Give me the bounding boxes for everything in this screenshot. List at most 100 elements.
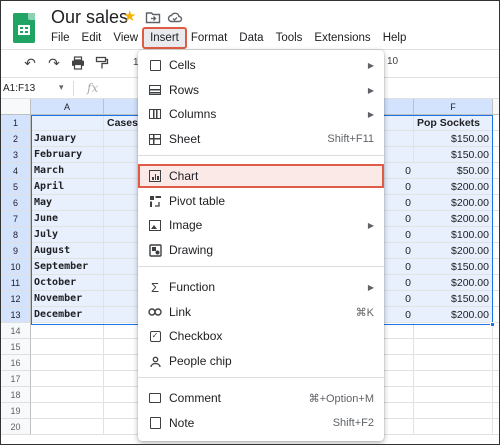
cell-g[interactable] — [493, 195, 499, 211]
row-header[interactable]: 19 — [1, 403, 31, 419]
cell-g[interactable] — [493, 371, 499, 387]
row-header[interactable]: 7 — [1, 211, 31, 227]
insert-menu-item-note[interactable]: Note Shift+F2 — [138, 411, 384, 435]
cell-g[interactable] — [493, 179, 499, 195]
insert-menu-item-checkbox[interactable]: ✓ Checkbox — [138, 324, 384, 348]
insert-menu-item-cells[interactable]: Cells ▶ — [138, 53, 384, 77]
column-header-a[interactable]: A — [31, 99, 104, 115]
insert-menu-item-image[interactable]: Image ▶ — [138, 213, 384, 237]
cell-f[interactable]: $200.00 — [414, 195, 493, 211]
insert-menu-item-chart[interactable]: Chart — [138, 164, 384, 188]
cell-f[interactable]: $150.00 — [414, 291, 493, 307]
insert-menu-item-link[interactable]: Link ⌘K — [138, 300, 384, 324]
name-box[interactable]: A1:F13 — [3, 83, 35, 94]
cell-a[interactable]: June — [31, 211, 104, 227]
cell-f[interactable] — [414, 371, 493, 387]
cell-g[interactable] — [493, 275, 499, 291]
cell-f[interactable]: $50.00 — [414, 163, 493, 179]
cell-f[interactable]: $150.00 — [414, 147, 493, 163]
row-header[interactable]: 11 — [1, 275, 31, 291]
cell-g[interactable] — [493, 259, 499, 275]
cell-g[interactable] — [493, 419, 499, 435]
cell-g[interactable] — [493, 339, 499, 355]
redo-icon[interactable]: ↷ — [47, 56, 61, 70]
name-box-dropdown-icon[interactable]: ▾ — [59, 82, 64, 93]
cell-a[interactable]: December — [31, 307, 104, 323]
insert-menu-item-columns[interactable]: Columns ▶ — [138, 102, 384, 126]
paint-format-icon[interactable] — [95, 56, 109, 70]
menu-file[interactable]: File — [45, 29, 76, 47]
menu-edit[interactable]: Edit — [76, 29, 108, 47]
cell-a[interactable]: March — [31, 163, 104, 179]
select-all-corner[interactable] — [1, 99, 31, 115]
row-header[interactable]: 10 — [1, 259, 31, 275]
row-header[interactable]: 9 — [1, 243, 31, 259]
row-header[interactable]: 1 — [1, 115, 31, 131]
cell-g[interactable] — [493, 147, 499, 163]
row-header[interactable]: 3 — [1, 147, 31, 163]
row-header[interactable]: 17 — [1, 371, 31, 387]
menu-tools[interactable]: Tools — [270, 29, 309, 47]
cell-a[interactable]: August — [31, 243, 104, 259]
cell-f[interactable]: $200.00 — [414, 179, 493, 195]
column-header-g[interactable] — [493, 99, 499, 115]
cell-a[interactable]: July — [31, 227, 104, 243]
row-header[interactable]: 14 — [1, 323, 31, 339]
sheets-logo-icon[interactable] — [13, 13, 35, 43]
menu-data[interactable]: Data — [233, 29, 269, 47]
cell-a[interactable] — [31, 387, 104, 403]
cell-a[interactable] — [31, 355, 104, 371]
cell-a[interactable]: January — [31, 131, 104, 147]
fill-handle[interactable] — [490, 322, 495, 327]
move-folder-icon[interactable] — [145, 9, 161, 25]
star-icon[interactable]: ★ — [123, 9, 139, 25]
insert-menu-item-function[interactable]: Σ Function ▶ — [138, 275, 384, 299]
print-icon[interactable] — [71, 55, 85, 70]
column-header-f[interactable]: F — [414, 99, 493, 115]
cell-f[interactable] — [414, 419, 493, 435]
row-header[interactable]: 2 — [1, 131, 31, 147]
cell-g[interactable] — [493, 115, 499, 131]
cell-f[interactable]: $150.00 — [414, 259, 493, 275]
cell-g[interactable] — [493, 211, 499, 227]
cell-a[interactable] — [31, 115, 104, 131]
menu-insert[interactable]: Insert — [142, 27, 187, 49]
cell-f[interactable]: $200.00 — [414, 243, 493, 259]
insert-menu-item-people-chip[interactable]: People chip — [138, 349, 384, 373]
cell-g[interactable] — [493, 227, 499, 243]
cell-a[interactable]: February — [31, 147, 104, 163]
cell-g[interactable] — [493, 291, 499, 307]
cell-a[interactable] — [31, 403, 104, 419]
cloud-status-icon[interactable] — [167, 9, 183, 25]
cell-f[interactable] — [414, 387, 493, 403]
cell-g[interactable] — [493, 355, 499, 371]
cell-a[interactable] — [31, 323, 104, 339]
row-header[interactable]: 15 — [1, 339, 31, 355]
cell-a[interactable]: May — [31, 195, 104, 211]
insert-menu-item-sheet[interactable]: Sheet Shift+F11 — [138, 127, 384, 151]
insert-menu-item-drawing[interactable]: Drawing — [138, 238, 384, 262]
row-header[interactable]: 13 — [1, 307, 31, 323]
row-header[interactable]: 5 — [1, 179, 31, 195]
cell-g[interactable] — [493, 387, 499, 403]
document-title[interactable]: Our sales — [51, 7, 128, 28]
cell-g[interactable] — [493, 403, 499, 419]
cell-f[interactable]: $100.00 — [414, 227, 493, 243]
row-header[interactable]: 20 — [1, 419, 31, 435]
insert-menu-item-comment[interactable]: Comment ⌘+Option+M — [138, 386, 384, 410]
font-size-input[interactable]: 10 — [387, 56, 398, 67]
menu-extensions[interactable]: Extensions — [308, 29, 376, 47]
cell-g[interactable] — [493, 307, 499, 323]
cell-f[interactable]: $150.00 — [414, 131, 493, 147]
cell-f[interactable]: $200.00 — [414, 307, 493, 323]
cell-a[interactable]: September — [31, 259, 104, 275]
row-header[interactable]: 8 — [1, 227, 31, 243]
cell-f[interactable] — [414, 323, 493, 339]
cell-f[interactable]: $200.00 — [414, 275, 493, 291]
cell-g[interactable] — [493, 163, 499, 179]
cell-g[interactable] — [493, 131, 499, 147]
row-header[interactable]: 18 — [1, 387, 31, 403]
cell-f[interactable] — [414, 355, 493, 371]
cell-f[interactable] — [414, 403, 493, 419]
cell-a[interactable] — [31, 339, 104, 355]
